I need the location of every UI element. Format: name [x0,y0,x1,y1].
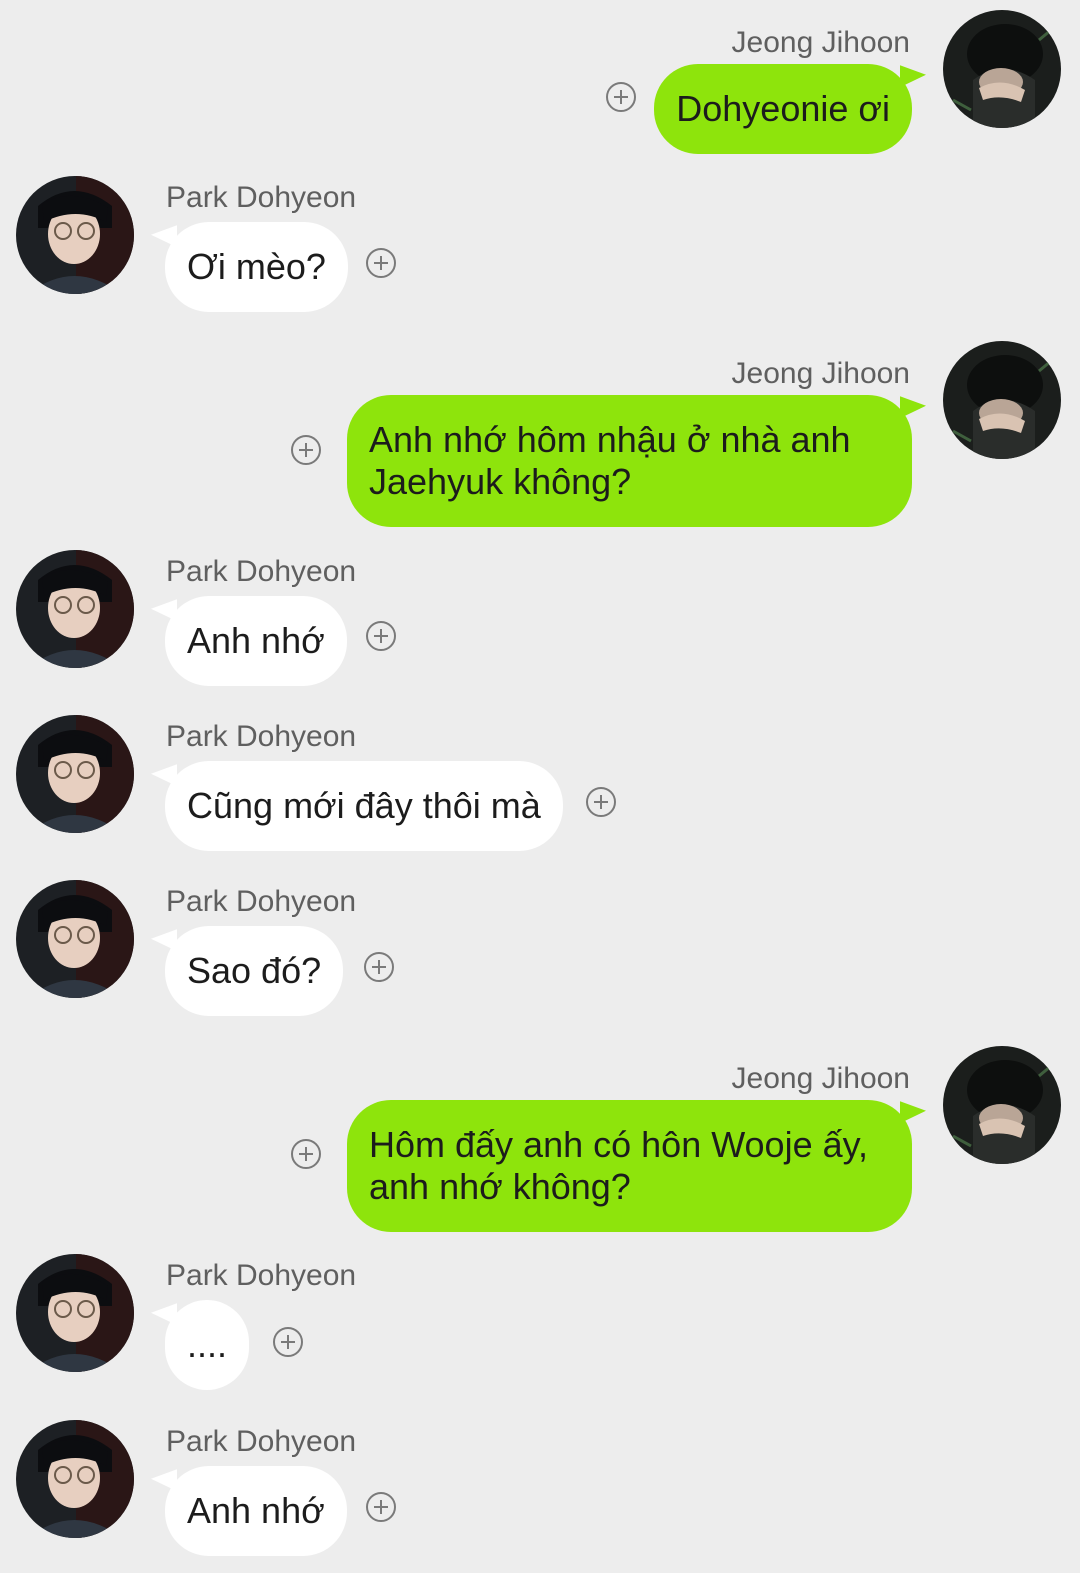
plus-circle-icon[interactable] [273,1327,303,1357]
bubble-tail [900,1101,926,1133]
message-bubble[interactable]: Hôm đấy anh có hôn Wooje ấy, anh nhớ khô… [347,1100,926,1232]
plus-circle-icon[interactable] [291,435,321,465]
sender-name: Park Dohyeon [166,1425,357,1458]
message-text: Cũng mới đây thôi mà [187,785,541,826]
message-text-line: Jaehyuk không? [369,461,632,502]
bubble-tail [151,1303,177,1335]
plus-circle-icon[interactable] [366,248,396,278]
avatar-jeong-jihoon[interactable] [943,10,1061,128]
message-bubble[interactable]: Anh nhớ [151,596,347,686]
message-bubble[interactable]: .... [151,1300,250,1390]
avatar-park-dohyeon[interactable] [16,176,134,294]
sender-name: Park Dohyeon [166,1259,357,1292]
avatar-image [943,341,1061,459]
sender-name: Jeong Jihoon [731,357,910,390]
message-text-line: Hôm đấy anh có hôn Wooje ấy, [369,1124,868,1165]
bubble-tail [900,396,926,428]
message-bubble[interactable]: Cũng mới đây thôi mà [151,761,563,851]
avatar-image [943,10,1061,128]
sender-name: Park Dohyeon [166,181,357,214]
message-text: Ơi mèo? [187,246,326,287]
message-bubble[interactable]: Sao đó? [151,926,344,1016]
chat-thread: Jeong Jihoon Dohyeonie ơi Park Dohyeon Ơ… [0,0,1080,1573]
bubble-tail [900,65,926,97]
avatar-image [16,880,134,998]
message-text: Anh nhớ [187,620,325,661]
plus-circle-icon[interactable] [366,621,396,651]
avatar-image [943,1046,1061,1164]
bubble-tail [151,1469,177,1501]
message-text: Dohyeonie ơi [676,88,890,129]
bubble-tail [151,764,177,796]
message-bubble[interactable]: Dohyeonie ơi [654,64,926,154]
plus-circle-icon[interactable] [364,952,394,982]
avatar-image [16,715,134,833]
message-text-line: Anh nhớ hôm nhậu ở nhà anh [369,419,851,460]
message-text-line: anh nhớ không? [369,1166,631,1207]
sender-name: Park Dohyeon [166,720,357,753]
sender-name: Park Dohyeon [166,885,357,918]
avatar-park-dohyeon[interactable] [16,1254,134,1372]
sender-name: Jeong Jihoon [731,1062,910,1095]
avatar-park-dohyeon[interactable] [16,550,134,668]
bubble-tail [151,225,177,257]
plus-circle-icon[interactable] [366,1492,396,1522]
avatar-park-dohyeon[interactable] [16,1420,134,1538]
avatar-park-dohyeon[interactable] [16,715,134,833]
avatar-image [16,1254,134,1372]
bubble-tail [151,599,177,631]
message-bubble[interactable]: Ơi mèo? [151,222,348,312]
message-bubble[interactable]: Anh nhớ hôm nhậu ở nhà anh Jaehyuk không… [347,395,926,527]
sender-name: Park Dohyeon [166,555,357,588]
avatar-image [16,1420,134,1538]
plus-circle-icon[interactable] [586,787,616,817]
message-text: Sao đó? [187,950,322,991]
message-text: .... [187,1324,228,1365]
avatar-jeong-jihoon[interactable] [943,341,1061,459]
avatar-image [16,550,134,668]
avatar-jeong-jihoon[interactable] [943,1046,1061,1164]
plus-circle-icon[interactable] [606,82,636,112]
message-text: Anh nhớ [187,1490,325,1531]
bubble-tail [151,929,177,961]
message-bubble[interactable]: Anh nhớ [151,1466,347,1556]
avatar-image [16,176,134,294]
sender-name: Jeong Jihoon [731,26,910,59]
plus-circle-icon[interactable] [291,1139,321,1169]
avatar-park-dohyeon[interactable] [16,880,134,998]
